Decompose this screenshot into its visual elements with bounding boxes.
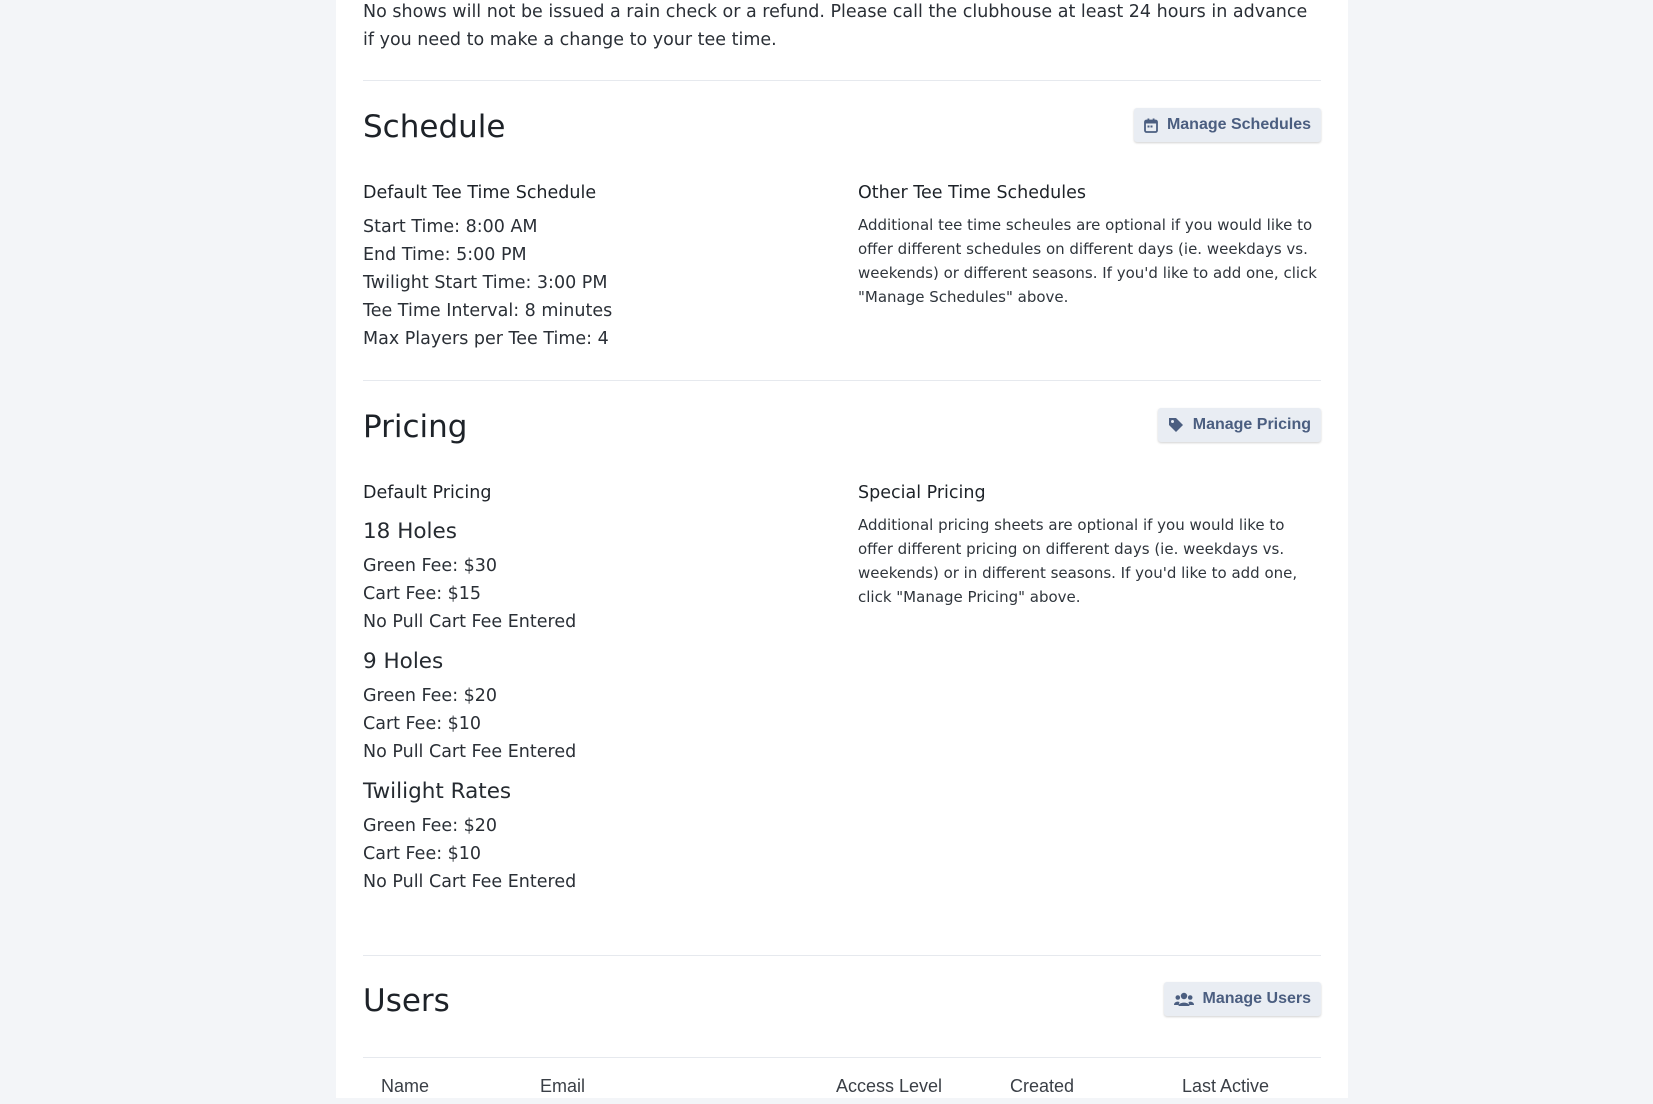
users-table-header: Name Email Access Level Created Last Act… bbox=[363, 1074, 1320, 1104]
schedule-line: Twilight Start Time: 3:00 PM bbox=[363, 273, 608, 293]
column-header-email[interactable]: Email bbox=[540, 1076, 585, 1097]
pricing-line: Cart Fee: $15 bbox=[363, 584, 482, 604]
column-header-name[interactable]: Name bbox=[381, 1076, 429, 1097]
default-pricing-column: Default Pricing 18 Holes Green Fee: $30 … bbox=[363, 481, 833, 896]
pricing-group: Twilight Rates Green Fee: $20 Cart Fee: … bbox=[363, 777, 833, 896]
special-pricing-column: Special Pricing Additional pricing sheet… bbox=[858, 481, 1320, 609]
default-schedule-column: Default Tee Time Schedule Start Time: 8:… bbox=[363, 181, 833, 353]
pricing-line: Green Fee: $30 bbox=[363, 556, 498, 576]
manage-schedules-label: Manage Schedules bbox=[1166, 116, 1311, 133]
pricing-line: No Pull Cart Fee Entered bbox=[363, 742, 577, 762]
schedule-line: Tee Time Interval: 8 minutes bbox=[363, 301, 613, 321]
other-schedules-heading: Other Tee Time Schedules bbox=[858, 183, 1086, 203]
other-schedules-column: Other Tee Time Schedules Additional tee … bbox=[858, 181, 1320, 309]
column-header-last-active[interactable]: Last Active bbox=[1182, 1076, 1269, 1097]
pricing-line: Cart Fee: $10 bbox=[363, 844, 482, 864]
special-pricing-heading: Special Pricing bbox=[858, 483, 986, 503]
divider bbox=[363, 955, 1321, 956]
default-schedule-lines: Start Time: 8:00 AM End Time: 5:00 PM Tw… bbox=[363, 213, 833, 353]
divider bbox=[363, 1057, 1321, 1058]
content-card: No shows will not be issued a rain check… bbox=[336, 0, 1348, 1098]
pricing-line: Cart Fee: $10 bbox=[363, 714, 482, 734]
manage-schedules-button[interactable]: Manage Schedules bbox=[1133, 108, 1321, 142]
tag-icon bbox=[1168, 417, 1184, 433]
calendar-icon bbox=[1144, 118, 1158, 133]
pricing-line: Green Fee: $20 bbox=[363, 686, 498, 706]
manage-pricing-label: Manage Pricing bbox=[1192, 416, 1311, 433]
column-header-access-level[interactable]: Access Level bbox=[836, 1076, 942, 1097]
manage-users-button[interactable]: Manage Users bbox=[1163, 982, 1321, 1016]
pricing-title: Pricing bbox=[363, 409, 468, 445]
users-icon bbox=[1173, 992, 1194, 1007]
schedule-title: Schedule bbox=[363, 109, 506, 145]
special-pricing-description: Additional pricing sheets are optional i… bbox=[858, 516, 1298, 606]
other-schedules-description: Additional tee time scheules are optiona… bbox=[858, 216, 1317, 306]
default-pricing-heading: Default Pricing bbox=[363, 483, 492, 503]
pricing-group: 18 Holes Green Fee: $30 Cart Fee: $15 No… bbox=[363, 517, 833, 636]
pricing-line: Green Fee: $20 bbox=[363, 816, 498, 836]
pricing-line: No Pull Cart Fee Entered bbox=[363, 612, 577, 632]
column-header-created[interactable]: Created bbox=[1010, 1076, 1074, 1097]
pricing-line: No Pull Cart Fee Entered bbox=[363, 872, 577, 892]
schedule-line: Start Time: 8:00 AM bbox=[363, 217, 538, 237]
schedule-line: Max Players per Tee Time: 4 bbox=[363, 329, 609, 349]
manage-users-label: Manage Users bbox=[1202, 990, 1312, 1007]
divider bbox=[363, 80, 1321, 81]
pricing-group-title: 18 Holes bbox=[363, 519, 457, 544]
pricing-group-title: 9 Holes bbox=[363, 649, 444, 674]
divider bbox=[363, 380, 1321, 381]
pricing-group-title: Twilight Rates bbox=[363, 779, 512, 804]
manage-pricing-button[interactable]: Manage Pricing bbox=[1157, 408, 1321, 442]
users-title: Users bbox=[363, 983, 450, 1019]
no-show-policy-text: No shows will not be issued a rain check… bbox=[363, 2, 1308, 50]
schedule-line: End Time: 5:00 PM bbox=[363, 245, 527, 265]
pricing-group: 9 Holes Green Fee: $20 Cart Fee: $10 No … bbox=[363, 647, 833, 766]
default-schedule-heading: Default Tee Time Schedule bbox=[363, 183, 597, 203]
